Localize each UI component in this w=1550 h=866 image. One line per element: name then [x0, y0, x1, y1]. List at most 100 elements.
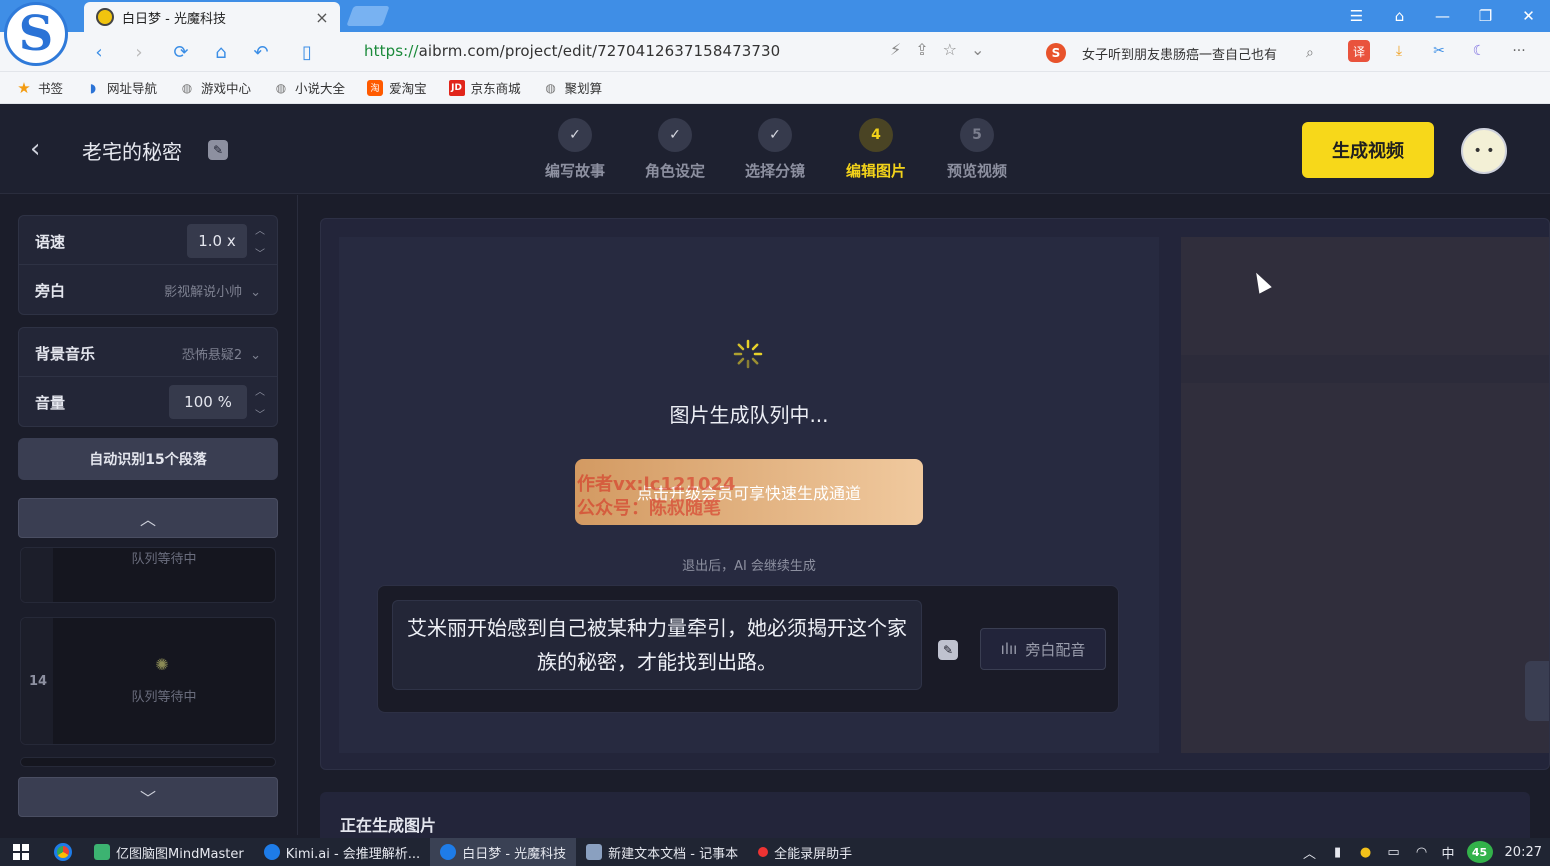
taskbar-item-label: 亿图脑图MindMaster [116, 846, 244, 862]
browser-tools: 译 ⤓ ✂ ☾ ··· [1348, 40, 1530, 62]
chevron-up-icon[interactable]: ︿ [253, 383, 267, 398]
narration-row[interactable]: 旁白 影视解说小帅 ⌄ [19, 265, 277, 314]
chevron-up-icon: ︿ [139, 510, 156, 529]
speed-spin-buttons[interactable]: ︿ ﹀ [253, 222, 267, 260]
narration-dub-button[interactable]: ılıı 旁白配音 [980, 628, 1106, 670]
segment-card[interactable] [20, 757, 276, 767]
taskbar-item[interactable]: 亿图脑图MindMaster [84, 838, 254, 866]
search-icon[interactable]: ⌕ [1306, 45, 1314, 61]
emoji-icon[interactable]: ● [1358, 845, 1374, 860]
bookmark-item[interactable]: ★ 书签 [16, 78, 63, 97]
reader-icon[interactable]: ▯ [294, 40, 320, 64]
more-icon[interactable]: ··· [1508, 40, 1530, 62]
back-icon[interactable]: ‹ [86, 40, 112, 64]
battery-icon[interactable]: ▭ [1386, 845, 1402, 860]
browser-tab-active[interactable]: 白日梦 - 光魔科技 × [84, 2, 340, 32]
volume-spin-buttons[interactable]: ︿ ﹀ [253, 383, 267, 421]
bookmark-item[interactable]: JD 京东商城 [448, 78, 521, 97]
bookmark-item[interactable]: 淘爱淘宝 [367, 78, 427, 97]
mindmaster-icon [94, 844, 110, 860]
side-drawer-handle[interactable] [1525, 661, 1549, 721]
close-window-icon[interactable]: ✕ [1507, 0, 1550, 32]
bookmark-item[interactable]: ◍ 游戏中心 [179, 78, 251, 97]
minimize-icon[interactable]: — [1421, 0, 1464, 32]
search-box[interactable]: S 女子听到朋友患肠癌一查自己也有 ⌕ [1046, 40, 1332, 66]
address-bar[interactable]: https://aibrm.com/project/edit/727041263… [364, 42, 780, 60]
taskbar-item[interactable]: 白日梦 - 光魔科技 [430, 838, 577, 866]
ime-indicator[interactable]: 中 [1442, 843, 1455, 862]
step-choose-storyboard[interactable]: ✓ 选择分镜 [730, 118, 820, 181]
moon-icon[interactable]: ☾ [1468, 40, 1490, 62]
scroll-up-button[interactable]: ︿ [18, 498, 278, 538]
chevron-up-icon[interactable]: ︿ [1302, 843, 1318, 862]
bgm-value: 恐怖悬疑2 [181, 348, 243, 363]
step-preview-video[interactable]: 5 预览视频 [932, 118, 1022, 181]
avatar[interactable]: • • [1461, 128, 1507, 174]
bookmark-item[interactable]: ◗ 网址导航 [85, 78, 157, 97]
bookmark-label: 爱淘宝 [389, 81, 427, 96]
narration-select[interactable]: 影视解说小帅 ⌄ [164, 281, 261, 300]
step-label: 角色设定 [644, 162, 705, 180]
lightning-icon[interactable]: ⚡ [890, 40, 901, 59]
caption-text[interactable]: 艾米丽开始感到自己被某种力量牵引，她必须揭开这个家族的秘密，才能找到出路。 [392, 600, 922, 690]
menu-icon[interactable]: ☰ [1335, 0, 1378, 32]
segment-card[interactable]: 14 ✺ 队列等待中 [20, 617, 276, 745]
download-icon[interactable]: ⤓ [1388, 40, 1410, 62]
exit-hint: 退出后，AI 会继续生成 [682, 559, 816, 574]
generating-title: 正在生成图片 [340, 816, 437, 835]
voice-settings-panel: 语速 1.0 x ︿ ﹀ 旁白 影视解说小帅 ⌄ [18, 215, 278, 315]
undo-icon[interactable]: ↶ [248, 40, 274, 64]
step-character-setup[interactable]: ✓ 角色设定 [630, 118, 720, 181]
chevron-down-icon[interactable]: ﹀ [253, 406, 267, 421]
wifi-icon[interactable]: ◠ [1414, 845, 1430, 860]
restore-icon[interactable]: ❐ [1464, 0, 1507, 32]
watermark-text: 作者vx:lc121024 公众号：陈叔随笔 [577, 473, 736, 521]
edit-title-icon[interactable]: ✎ [208, 140, 228, 160]
clock[interactable]: 20:27 [1505, 845, 1542, 860]
taskbar-item[interactable]: Kimi.ai - 会推理解析... [254, 838, 430, 866]
step-write-story[interactable]: ✓ 编写故事 [530, 118, 620, 181]
bookmark-item[interactable]: ◍ 聚划算 [543, 78, 602, 97]
forward-icon[interactable]: › [126, 40, 152, 64]
narration-label: 旁白 [35, 282, 66, 300]
scissors-icon[interactable]: ✂ [1428, 40, 1450, 62]
globe-icon: ◍ [275, 80, 287, 95]
bgm-row[interactable]: 背景音乐 恐怖悬疑2 ⌄ [19, 328, 277, 377]
step-number: 5 [960, 118, 994, 152]
chevron-up-icon[interactable]: ︿ [253, 222, 267, 237]
notification-badge[interactable]: 45 [1466, 841, 1493, 863]
home-icon[interactable]: ⌂ [208, 40, 234, 64]
tab-close-icon[interactable]: × [314, 8, 330, 27]
chevron-down-icon[interactable]: ⌄ [971, 40, 984, 59]
auto-detect-paragraphs-button[interactable]: 自动识别15个段落 [18, 438, 278, 480]
bgm-select[interactable]: 恐怖悬疑2 ⌄ [182, 344, 261, 363]
edit-caption-icon[interactable]: ✎ [938, 640, 958, 660]
search-engine-icon[interactable]: S [1046, 43, 1066, 63]
skin-icon[interactable]: ⌂ [1378, 0, 1421, 32]
share-icon[interactable]: ⇪ [915, 40, 928, 59]
segment-card[interactable]: 队列等待中 [20, 547, 276, 603]
new-tab-button[interactable] [346, 6, 390, 26]
narration-value: 影视解说小帅 [164, 285, 243, 300]
browser-logo-icon[interactable]: S [4, 2, 68, 66]
favorite-star-icon[interactable]: ☆ [943, 40, 957, 59]
bookmark-item[interactable]: ◍ 小说大全 [273, 78, 345, 97]
speed-stepper[interactable]: 1.0 x [187, 224, 247, 258]
scroll-down-button[interactable]: ﹀ [18, 777, 278, 817]
volume-stepper[interactable]: 100 % [169, 385, 247, 419]
chevron-down-icon[interactable]: ﹀ [253, 245, 267, 260]
translate-icon[interactable]: 译 [1348, 40, 1370, 62]
url-scheme: https:// [364, 42, 419, 60]
start-button[interactable] [0, 838, 42, 866]
taskbar-item-label: 白日梦 - 光魔科技 [462, 846, 567, 862]
browser-navbar: ‹ › ⟳ ⌂ ↶ ▯ https://aibrm.com/project/ed… [0, 32, 1550, 72]
generate-video-button[interactable]: 生成视频 [1302, 122, 1434, 178]
taskbar-item[interactable]: 新建文本文档 - 记事本 [576, 838, 748, 866]
taskbar-item[interactable]: 全能录屏助手 [748, 838, 862, 866]
step-edit-images[interactable]: 4 编辑图片 [831, 118, 921, 181]
refresh-icon[interactable]: ⟳ [168, 40, 194, 64]
taskbar-chrome[interactable] [42, 843, 84, 861]
search-input[interactable]: 女子听到朋友患肠癌一查自己也有 [1082, 44, 1302, 63]
microphone-icon[interactable]: ▮ [1330, 845, 1346, 860]
back-arrow-icon[interactable]: ‹ [30, 134, 54, 164]
